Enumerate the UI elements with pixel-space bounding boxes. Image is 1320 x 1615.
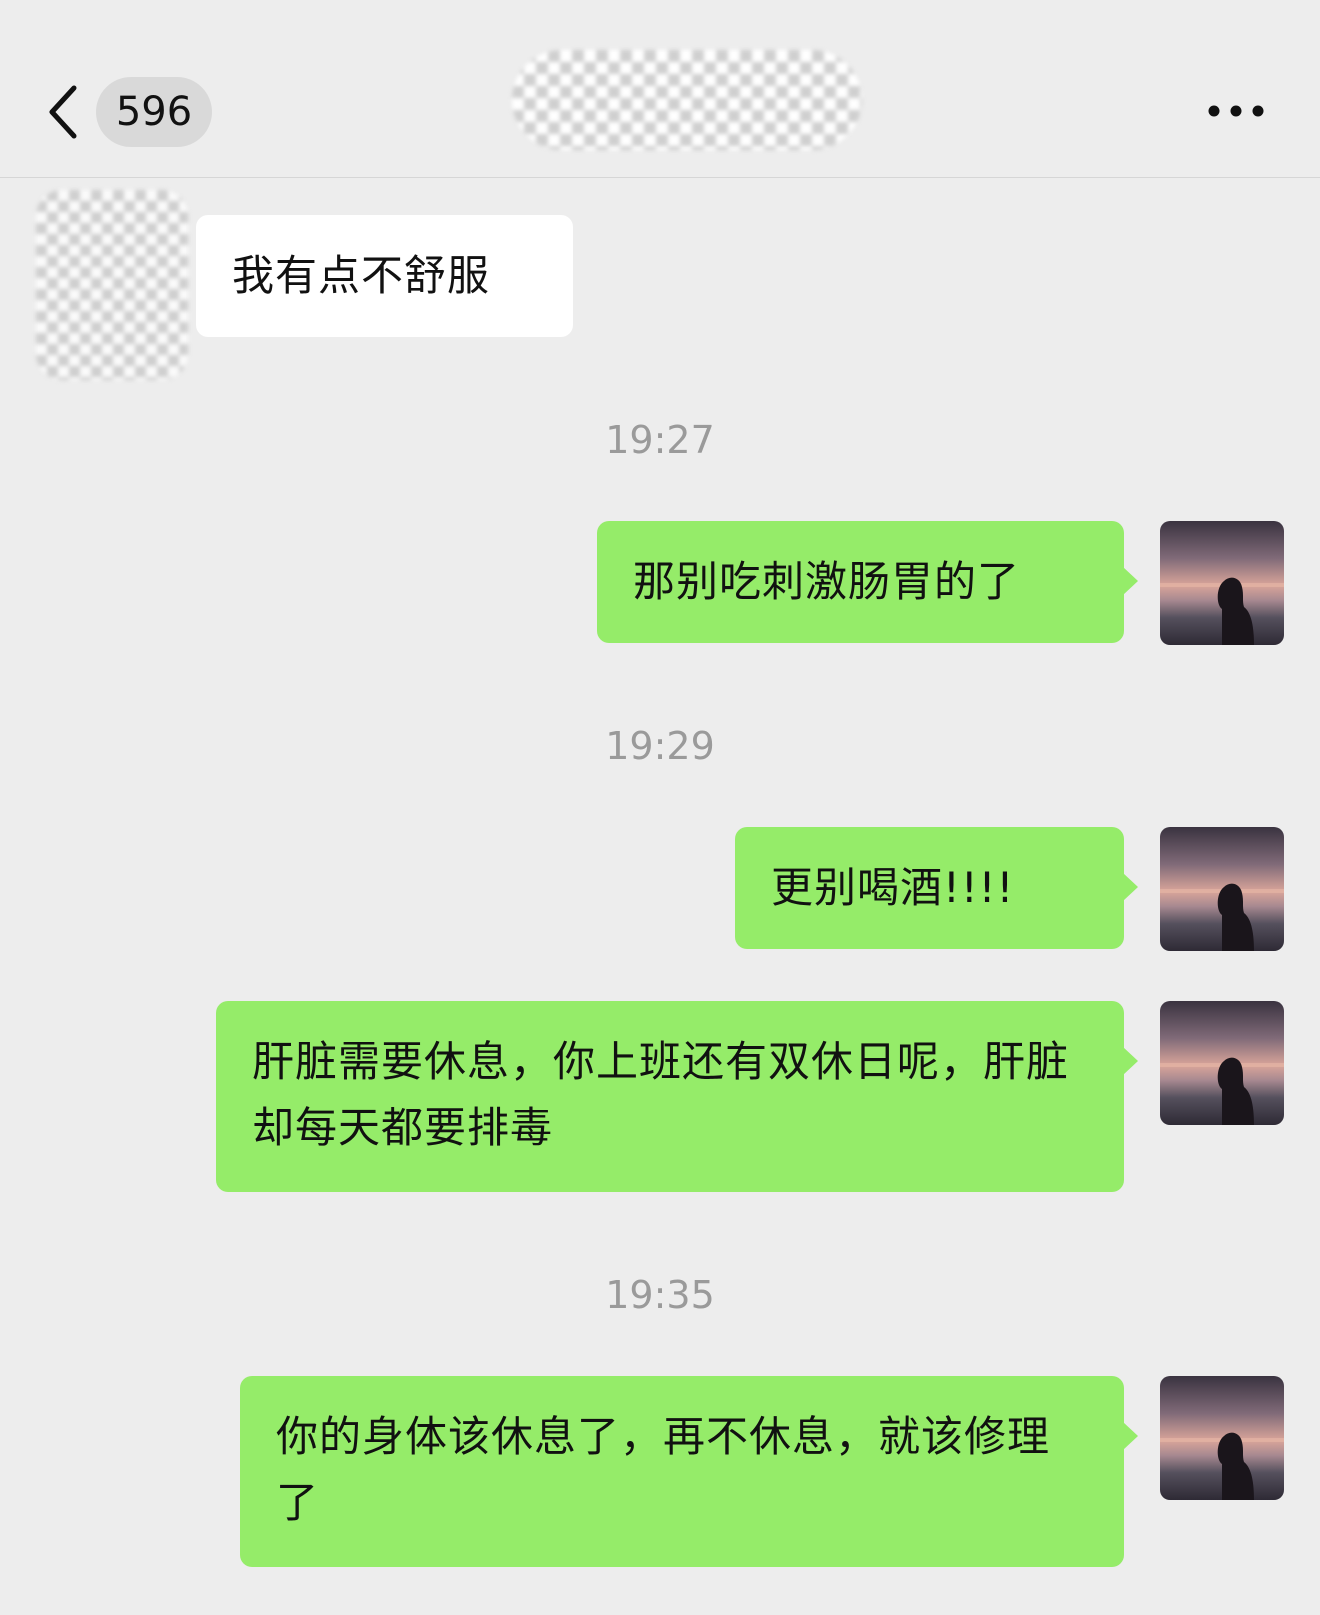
more-dots-icon[interactable] [1206, 101, 1266, 121]
timestamp: 19:27 [605, 418, 715, 462]
message-bubble-incoming[interactable]: 我有点不舒服 [196, 215, 573, 337]
back-icon[interactable] [44, 82, 84, 142]
message-bubble-outgoing[interactable]: 更别喝酒!!!! [735, 827, 1138, 949]
my-avatar[interactable] [1160, 521, 1284, 645]
message-text: 你的身体该休息了，再不休息，就该修理了 [276, 1412, 1051, 1527]
timestamp: 19:35 [605, 1273, 715, 1317]
unread-count-badge[interactable]: 596 [96, 77, 212, 147]
message-bubble-outgoing[interactable]: 你的身体该休息了，再不休息，就该修理了 [240, 1376, 1138, 1567]
message-text: 那别吃刺激肠胃的了 [633, 557, 1021, 606]
my-avatar[interactable] [1160, 827, 1284, 951]
timestamp: 19:29 [605, 724, 715, 768]
message-text: 更别喝酒!!!! [771, 863, 1015, 912]
chat-header: 596 [0, 0, 1320, 178]
contact-name-redacted [512, 50, 862, 150]
message-bubble-outgoing[interactable]: 肝脏需要休息，你上班还有双休日呢，肝脏却每天都要排毒 [216, 1001, 1138, 1192]
message-text: 我有点不舒服 [232, 251, 491, 300]
my-avatar[interactable] [1160, 1376, 1284, 1500]
message-text: 肝脏需要休息，你上班还有双休日呢，肝脏却每天都要排毒 [252, 1037, 1070, 1152]
contact-avatar-redacted[interactable] [36, 190, 188, 380]
message-bubble-outgoing[interactable]: 那别吃刺激肠胃的了 [597, 521, 1138, 643]
my-avatar[interactable] [1160, 1001, 1284, 1125]
